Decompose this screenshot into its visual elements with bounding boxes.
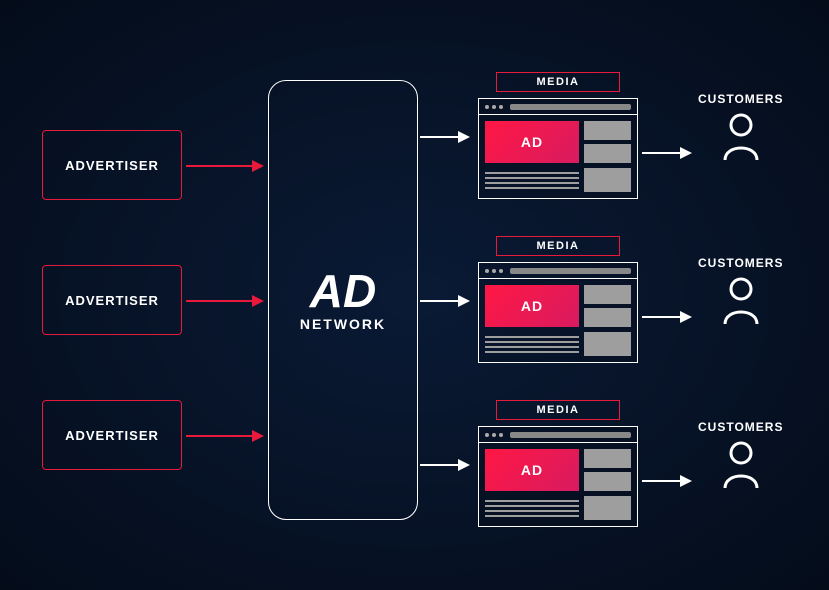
customer-group-2: CUSTOMERS [698,256,783,331]
browser-body: AD [479,279,637,362]
browser-bar [479,263,637,279]
customer-label: CUSTOMERS [698,256,783,270]
advertiser-box-2: ADVERTISER [42,265,182,335]
ad-text: AD [521,134,543,150]
window-dot-icon [499,105,503,109]
ad-text: AD [521,298,543,314]
window-dot-icon [492,433,496,437]
content-block [584,308,631,327]
arrow-media-3 [420,458,470,472]
advertiser-label: ADVERTISER [65,158,159,173]
ad-network-hub: AD NETWORK [268,80,418,520]
text-line-icon [485,187,579,189]
arrow-customer-3 [642,474,692,488]
browser-bar [479,99,637,115]
ad-placement: AD [485,285,579,327]
address-bar-icon [510,104,631,110]
address-bar-icon [510,268,631,274]
advertiser-box-3: ADVERTISER [42,400,182,470]
arrow-customer-2 [642,310,692,324]
ad-text: AD [521,462,543,478]
window-dot-icon [485,269,489,273]
media-label: MEDIA [496,72,620,92]
browser-mock: AD [478,262,638,363]
address-bar-icon [510,432,631,438]
window-dot-icon [492,269,496,273]
person-icon [719,112,763,167]
text-line-icon [485,177,579,179]
text-line-icon [485,505,579,507]
text-line-icon [485,341,579,343]
customer-group-3: CUSTOMERS [698,420,783,495]
hub-title-small: NETWORK [300,316,386,332]
text-line-icon [485,510,579,512]
text-line-icon [485,346,579,348]
ad-placement: AD [485,121,579,163]
ad-placement: AD [485,449,579,491]
text-line-icon [485,172,579,174]
browser-body: AD [479,443,637,526]
window-dot-icon [485,433,489,437]
advertiser-label: ADVERTISER [65,293,159,308]
person-icon [719,440,763,495]
text-line-icon [485,182,579,184]
person-icon [719,276,763,331]
customer-label: CUSTOMERS [698,92,783,106]
text-line-icon [485,336,579,338]
browser-body: AD [479,115,637,198]
arrow-advertiser-3 [186,429,264,443]
content-block [584,285,631,304]
arrow-media-2 [420,294,470,308]
content-block [584,168,631,192]
browser-mock: AD [478,98,638,199]
media-label: MEDIA [496,400,620,420]
arrow-media-1 [420,130,470,144]
advertiser-box-1: ADVERTISER [42,130,182,200]
diagram-stage: ADVERTISER ADVERTISER ADVERTISER AD NETW… [0,0,829,590]
media-label: MEDIA [496,236,620,256]
customer-label: CUSTOMERS [698,420,783,434]
arrow-advertiser-1 [186,159,264,173]
media-group-1: MEDIA AD [478,72,638,199]
window-dot-icon [485,105,489,109]
arrow-advertiser-2 [186,294,264,308]
window-dot-icon [499,269,503,273]
text-line-icon [485,351,579,353]
text-line-icon [485,515,579,517]
text-line-icon [485,500,579,502]
advertiser-label: ADVERTISER [65,428,159,443]
media-group-3: MEDIA AD [478,400,638,527]
arrow-customer-1 [642,146,692,160]
browser-bar [479,427,637,443]
content-block [584,332,631,356]
content-block [584,496,631,520]
customer-group-1: CUSTOMERS [698,92,783,167]
content-block [584,121,631,140]
content-block [584,472,631,491]
window-dot-icon [492,105,496,109]
content-block [584,144,631,163]
window-dot-icon [499,433,503,437]
content-block [584,449,631,468]
hub-title-big: AD [310,268,376,314]
browser-mock: AD [478,426,638,527]
media-group-2: MEDIA AD [478,236,638,363]
